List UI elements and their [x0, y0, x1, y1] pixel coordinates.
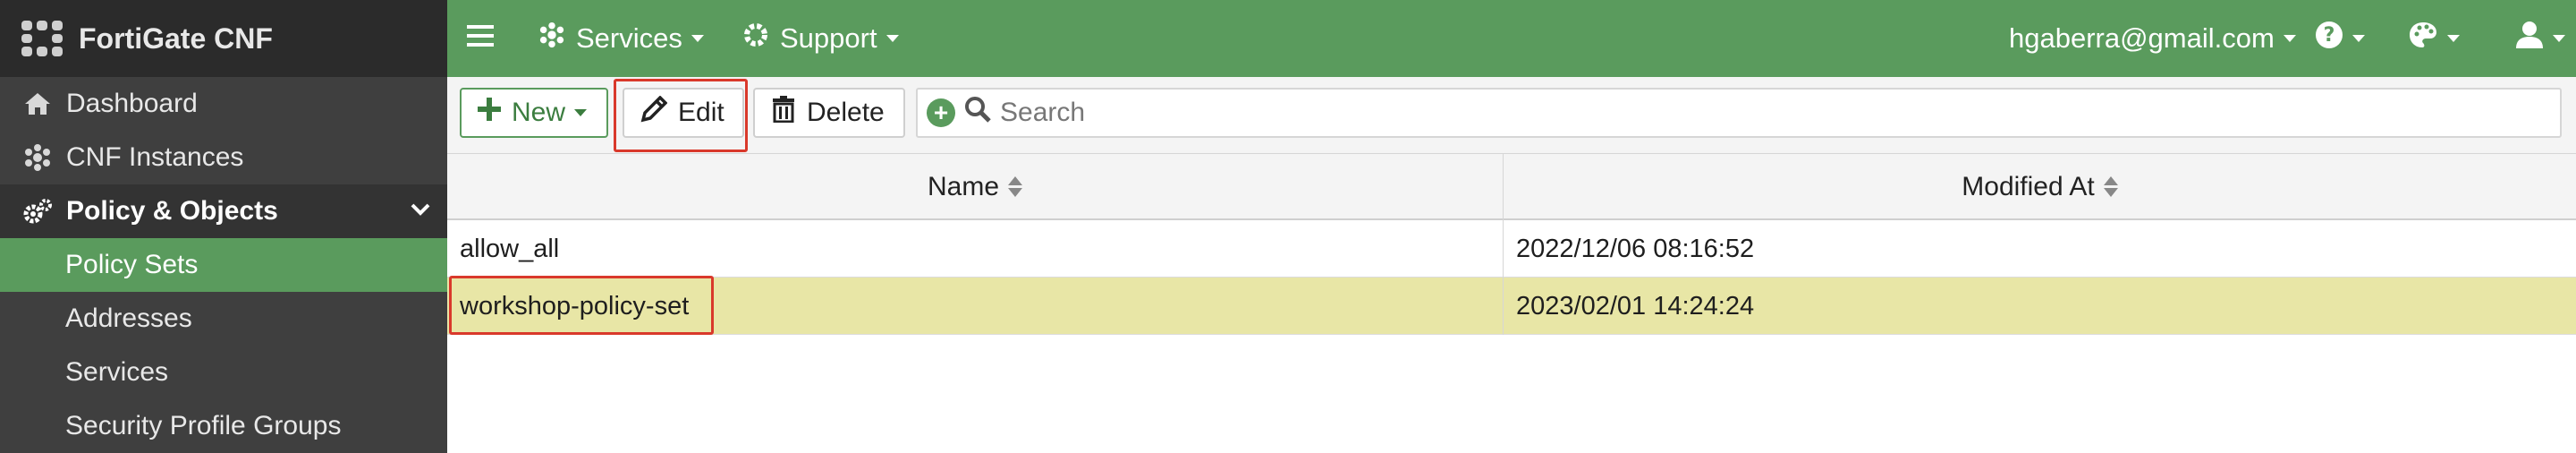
delete-button-label: Delete: [807, 98, 885, 127]
gear-icon: [742, 21, 769, 56]
app-root: FortiGate CNF Dashboard CNF Instances Po…: [0, 0, 2576, 453]
search-input[interactable]: Search: [1000, 98, 1085, 128]
sidebar-item-label: Security Profile Groups: [65, 411, 342, 440]
sidebar: FortiGate CNF Dashboard CNF Instances Po…: [0, 0, 447, 453]
table-row-selected[interactable]: workshop-policy-set 2023/02/01 14:24:24: [447, 278, 2576, 335]
cell-name: allow_all: [460, 234, 560, 263]
user-icon: [2515, 21, 2544, 56]
help-menu[interactable]: ?: [2315, 0, 2365, 77]
sidebar-item-security-profile-groups[interactable]: Security Profile Groups: [0, 399, 447, 453]
sidebar-item-dashboard[interactable]: Dashboard: [0, 77, 447, 131]
caret-down-icon: [2352, 35, 2365, 42]
table-row[interactable]: allow_all 2022/12/06 08:16:52: [447, 220, 2576, 278]
services-menu-label: Services: [576, 22, 682, 54]
top-navbar: Services Support hgaberra@gmail.com ?: [447, 0, 2576, 77]
column-header-name[interactable]: Name: [447, 154, 1503, 220]
cluster-icon: [21, 141, 54, 174]
cell-modified-at: 2022/12/06 08:16:52: [1503, 220, 2576, 278]
question-circle-icon: ?: [2315, 21, 2343, 56]
search-icon: [964, 96, 991, 130]
sidebar-item-addresses[interactable]: Addresses: [0, 292, 447, 346]
edit-button-highlight: [614, 79, 748, 152]
add-filter-icon[interactable]: +: [927, 98, 955, 127]
support-menu-label: Support: [780, 22, 877, 54]
theme-menu[interactable]: [2408, 0, 2460, 77]
sidebar-item-policy-sets[interactable]: Policy Sets: [0, 238, 447, 292]
brand-title: FortiGate CNF: [79, 21, 273, 55]
svg-text:?: ?: [2324, 24, 2335, 47]
sidebar-item-label: Dashboard: [66, 89, 198, 118]
sidebar-item-label: Services: [65, 357, 169, 387]
sidebar-item-label: CNF Instances: [66, 142, 244, 172]
user-email-menu[interactable]: hgaberra@gmail.com: [2009, 0, 2296, 77]
new-button-label: New: [512, 98, 566, 127]
cell-modified-at: 2023/02/01 14:24:24: [1503, 278, 2576, 335]
trash-icon: [771, 96, 796, 130]
menu-toggle-button[interactable]: [467, 0, 494, 77]
sidebar-item-services[interactable]: Services: [0, 346, 447, 399]
hamburger-icon: [467, 22, 494, 55]
row-name-highlight: [449, 276, 714, 335]
sidebar-item-label: Policy Sets: [65, 250, 199, 279]
plus-icon: [478, 98, 501, 128]
sort-icon: [1008, 176, 1023, 198]
table-header: Name Modified At: [447, 154, 2576, 220]
new-button[interactable]: New: [460, 88, 608, 138]
caret-down-icon: [691, 35, 704, 42]
services-menu[interactable]: Services: [538, 0, 704, 77]
column-header-modified-at[interactable]: Modified At: [1503, 154, 2576, 220]
toolbar: New Edit Delete + Search: [447, 77, 2576, 154]
cogs-icon: [21, 195, 54, 227]
delete-button[interactable]: Delete: [753, 88, 905, 138]
caret-down-icon: [574, 109, 588, 116]
user-profile-menu[interactable]: [2515, 0, 2565, 77]
caret-down-icon: [2283, 35, 2296, 42]
sidebar-section-policy-objects[interactable]: Policy & Objects: [0, 184, 447, 238]
sidebar-item-cnf-instances[interactable]: CNF Instances: [0, 131, 447, 184]
sidebar-item-label: Policy & Objects: [66, 196, 278, 226]
services-icon: [538, 21, 565, 56]
search-box[interactable]: + Search: [916, 88, 2562, 138]
caret-down-icon: [2553, 35, 2565, 42]
chevron-down-icon: [408, 197, 433, 229]
caret-down-icon: [886, 35, 899, 42]
sidebar-item-label: Addresses: [65, 303, 192, 333]
support-menu[interactable]: Support: [742, 0, 899, 77]
palette-icon: [2408, 21, 2438, 56]
user-email: hgaberra@gmail.com: [2009, 22, 2275, 54]
fortinet-logo-icon: [21, 21, 63, 56]
column-header-label: Modified At: [1962, 172, 2095, 201]
home-icon: [21, 88, 54, 120]
brand-header[interactable]: FortiGate CNF: [0, 0, 447, 77]
sort-icon: [2103, 176, 2118, 198]
caret-down-icon: [2447, 35, 2460, 42]
column-header-label: Name: [927, 172, 1000, 201]
